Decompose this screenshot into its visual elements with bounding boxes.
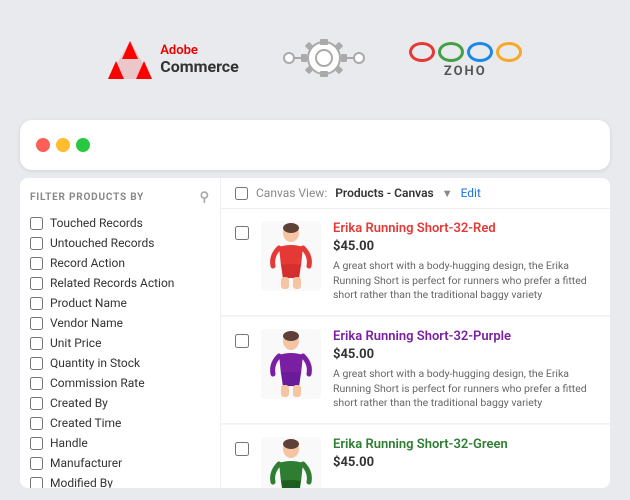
product-item: Erika Running Short-32-Green $45.00 [221,425,610,488]
canvas-header: Canvas View: Products - Canvas ▼ Edit [221,178,610,209]
main-content: FILTER PRODUCTS BY ⚲ Touched Records Unto… [20,178,610,488]
canvas-dropdown-icon[interactable]: ▼ [442,187,453,200]
filter-item: Related Records Action [30,273,210,293]
zoho-ring-yellow [496,42,522,62]
filter-checkbox-4[interactable] [30,297,43,310]
canvas-view-name: Products - Canvas [335,186,433,200]
traffic-light-red[interactable] [36,138,50,152]
filter-item: Modified By [30,473,210,488]
search-icon[interactable]: ⚲ [200,190,210,205]
filter-label-7[interactable]: Quantity in Stock [50,356,140,370]
zoho-rings [409,42,522,62]
filter-label-1[interactable]: Untouched Records [50,236,154,250]
filter-checkbox-1[interactable] [30,237,43,250]
product-image [261,437,321,488]
filter-label-10[interactable]: Created Time [50,416,121,430]
filter-label-3[interactable]: Related Records Action [50,276,174,290]
filter-checkbox-8[interactable] [30,377,43,390]
zoho-logo: ZOHO [409,42,522,79]
canvas-view-label: Canvas View: [256,186,327,200]
product-price: $45.00 [333,239,596,254]
filter-checkbox-11[interactable] [30,437,43,450]
filter-checkbox-2[interactable] [30,257,43,270]
filter-title: FILTER PRODUCTS BY ⚲ [30,190,210,205]
traffic-light-yellow[interactable] [56,138,70,152]
product-item: Erika Running Short-32-Red $45.00 A great … [221,209,610,316]
product-checkbox-2[interactable] [235,442,249,456]
product-list: Erika Running Short-32-Red $45.00 A great … [221,209,610,488]
zoho-ring-blue [467,42,493,62]
adobe-label: Adobe [160,44,239,58]
adobe-icon [108,41,152,79]
filter-checkbox-0[interactable] [30,217,43,230]
filter-item: Vendor Name [30,313,210,333]
product-select-area [235,333,249,352]
filter-label-0[interactable]: Touched Records [50,216,143,230]
filter-panel: FILTER PRODUCTS BY ⚲ Touched Records Unto… [20,178,220,488]
filter-label-8[interactable]: Commission Rate [50,376,145,390]
product-checkbox-1[interactable] [235,334,249,348]
product-name[interactable]: Erika Running Short-32-Red [333,221,596,236]
filter-item: Created Time [30,413,210,433]
product-panel: Canvas View: Products - Canvas ▼ Edit [220,178,610,488]
product-info: Erika Running Short-32-Red $45.00 A great … [333,221,596,303]
filter-checkbox-7[interactable] [30,357,43,370]
zoho-ring-green [438,42,464,62]
traffic-lights [36,138,90,152]
adobe-commerce-logo: Adobe Commerce [108,41,239,79]
filter-item: Touched Records [30,213,210,233]
adobe-commerce-text: Adobe Commerce [160,44,239,76]
filter-checkbox-10[interactable] [30,417,43,430]
product-info: Erika Running Short-32-Green $45.00 [333,437,596,475]
filter-label-13[interactable]: Modified By [50,476,113,488]
filter-item: Manufacturer [30,453,210,473]
filter-checkbox-13[interactable] [30,477,43,489]
filter-item: Untouched Records [30,233,210,253]
filter-checkbox-9[interactable] [30,397,43,410]
product-info: Erika Running Short-32-Purple $45.00 A gre… [333,329,596,411]
traffic-light-green[interactable] [76,138,90,152]
product-name[interactable]: Erika Running Short-32-Green [333,437,596,452]
product-select-area [235,441,249,460]
product-image [261,329,321,399]
filter-label-2[interactable]: Record Action [50,256,125,270]
filter-item: Created By [30,393,210,413]
header: Adobe Commerce [0,0,630,120]
product-select-area [235,225,249,244]
product-item: Erika Running Short-32-Purple $45.00 A gre… [221,317,610,424]
product-image [261,221,321,291]
filter-checkbox-5[interactable] [30,317,43,330]
commerce-label: Commerce [160,58,239,76]
filter-item: Quantity in Stock [30,353,210,373]
zoho-ring-red [409,42,435,62]
filter-label-11[interactable]: Handle [50,436,88,450]
filter-item: Unit Price [30,333,210,353]
filter-checkbox-12[interactable] [30,457,43,470]
canvas-edit-button[interactable]: Edit [461,186,481,200]
filter-title-label: FILTER PRODUCTS BY [30,192,144,203]
connector-icon [279,23,369,97]
product-price: $45.00 [333,455,596,470]
select-all-checkbox[interactable] [235,187,248,200]
filter-checkbox-3[interactable] [30,277,43,290]
search-bar [20,120,610,170]
filter-checkbox-6[interactable] [30,337,43,350]
product-description: A great short with a body-hugging design… [333,259,596,303]
product-description: A great short with a body-hugging design… [333,367,596,411]
filter-items-container: Touched Records Untouched Records Record A… [30,213,210,488]
filter-item: Commission Rate [30,373,210,393]
product-checkbox-0[interactable] [235,226,249,240]
filter-label-4[interactable]: Product Name [50,296,127,310]
filter-item: Handle [30,433,210,453]
filter-item: Record Action [30,253,210,273]
product-price: $45.00 [333,347,596,362]
product-name[interactable]: Erika Running Short-32-Purple [333,329,596,344]
filter-label-12[interactable]: Manufacturer [50,456,122,470]
filter-label-5[interactable]: Vendor Name [50,316,123,330]
filter-label-9[interactable]: Created By [50,396,108,410]
zoho-label: ZOHO [444,64,487,79]
filter-label-6[interactable]: Unit Price [50,336,101,350]
filter-item: Product Name [30,293,210,313]
